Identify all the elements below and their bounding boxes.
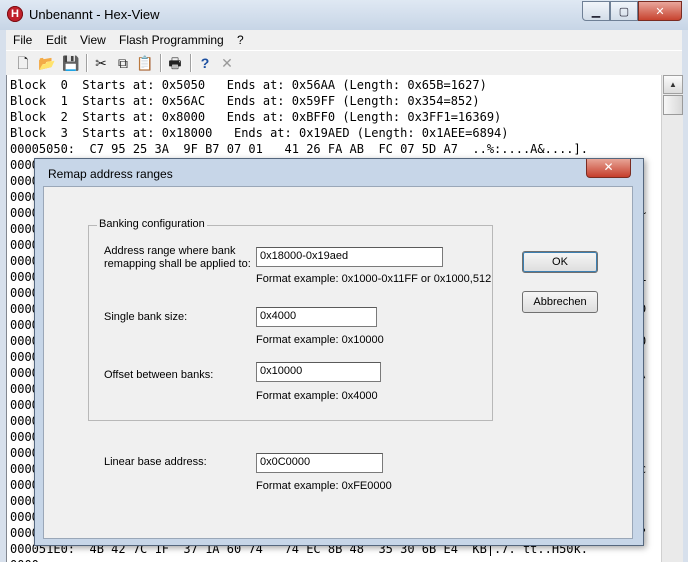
- hex-line: 0000....: [10, 557, 68, 562]
- help-icon[interactable]: ?: [196, 54, 214, 72]
- menu-bar: File Edit View Flash Programming ?: [6, 30, 682, 50]
- dialog-close-button[interactable]: ✕: [586, 159, 631, 178]
- menu-flash-programming[interactable]: Flash Programming: [119, 33, 224, 47]
- linear-base-input[interactable]: 0x0C0000: [256, 453, 383, 473]
- hex-line: Block 3 Starts at: 0x18000 Ends at: 0x19…: [10, 126, 509, 140]
- print-icon[interactable]: 🖶: [166, 54, 184, 72]
- group-label: Banking configuration: [97, 218, 207, 230]
- bank-size-label: Single bank size:: [104, 311, 188, 323]
- offset-label: Offset between banks:: [104, 369, 214, 381]
- linear-base-hint: Format example: 0xFE0000: [256, 480, 392, 492]
- close-button[interactable]: ✕: [638, 1, 682, 21]
- minimize-icon: ▁: [591, 5, 601, 18]
- remap-dialog: Remap address ranges ✕ Banking configura…: [34, 158, 644, 546]
- title-bar[interactable]: H Unbenannt - Hex-View ▁ ▢ ✕: [0, 0, 688, 30]
- cancel-button[interactable]: Abbrechen: [522, 291, 598, 313]
- address-range-hint: Format example: 0x1000-0x11FF or 0x1000,…: [256, 273, 492, 285]
- menu-help[interactable]: ?: [237, 33, 244, 47]
- menu-file[interactable]: File: [13, 33, 32, 47]
- ok-button[interactable]: OK: [522, 251, 598, 273]
- open-folder-icon[interactable]: 📂: [38, 54, 56, 72]
- address-range-label: Address range where bank remapping shall…: [104, 245, 251, 270]
- linear-base-label: Linear base address:: [104, 456, 207, 468]
- close-icon: ✕: [655, 5, 665, 18]
- app-icon: H: [7, 6, 23, 22]
- hex-line: Block 2 Starts at: 0x8000 Ends at: 0xBFF…: [10, 110, 502, 124]
- save-icon[interactable]: 💾: [62, 54, 80, 72]
- minimize-button[interactable]: ▁: [582, 1, 610, 21]
- hex-line: Block 0 Starts at: 0x5050 Ends at: 0x56A…: [10, 78, 487, 92]
- new-file-icon[interactable]: 🗋: [14, 54, 32, 72]
- close-x-icon[interactable]: ✕: [218, 54, 236, 72]
- window-title: Unbenannt - Hex-View: [29, 7, 160, 22]
- caption-buttons: ▁ ▢ ✕: [582, 1, 682, 21]
- paste-icon[interactable]: 📋: [136, 54, 154, 72]
- vertical-scrollbar[interactable]: ▲: [661, 75, 683, 562]
- scroll-thumb[interactable]: [663, 95, 683, 115]
- bank-size-hint: Format example: 0x10000: [256, 334, 384, 346]
- maximize-icon: ▢: [618, 5, 630, 18]
- toolbar-separator: [86, 54, 88, 72]
- address-range-input[interactable]: 0x18000-0x19aed: [256, 247, 443, 267]
- menu-view[interactable]: View: [80, 33, 106, 47]
- hex-line: 00005050: C7 95 25 3A 9F B7 07 01 41 26 …: [10, 142, 588, 156]
- offset-hint: Format example: 0x4000: [256, 390, 378, 402]
- toolbar-separator: [190, 54, 192, 72]
- arrow-up-icon: ▲: [669, 80, 677, 89]
- dialog-body: Banking configuration Address range wher…: [43, 186, 633, 539]
- bank-size-input[interactable]: 0x4000: [256, 307, 377, 327]
- scroll-up-button[interactable]: ▲: [663, 75, 683, 94]
- offset-input[interactable]: 0x10000: [256, 362, 381, 382]
- menu-edit[interactable]: Edit: [46, 33, 67, 47]
- cut-icon[interactable]: ✂: [92, 54, 110, 72]
- toolbar-separator: [160, 54, 162, 72]
- toolbar: 🗋 📂 💾 ✂ ⧉ 📋 🖶 ? ✕: [6, 50, 682, 76]
- maximize-button[interactable]: ▢: [610, 1, 638, 21]
- copy-icon[interactable]: ⧉: [114, 54, 132, 72]
- dialog-title: Remap address ranges: [48, 167, 173, 181]
- hex-line: Block 1 Starts at: 0x56AC Ends at: 0x59F…: [10, 94, 480, 108]
